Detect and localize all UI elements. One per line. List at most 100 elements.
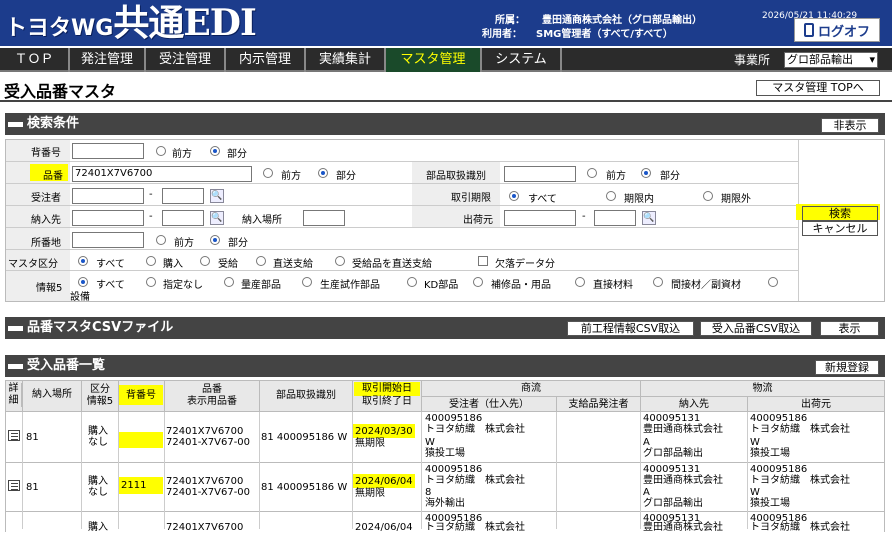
joho-equipment-radio[interactable] bbox=[768, 277, 778, 287]
search-section-header: 検索条件 bbox=[5, 113, 885, 135]
master-supply-direct-label: 受給品を直送支給 bbox=[352, 259, 432, 270]
joho5-label: 情報5 bbox=[36, 283, 63, 294]
nav-system[interactable]: システム bbox=[482, 48, 562, 72]
office-select[interactable]: グロ部品輸出 bbox=[784, 52, 878, 68]
master-direct-radio[interactable] bbox=[256, 256, 266, 266]
joho-kd-radio[interactable] bbox=[407, 277, 417, 287]
master-supply-radio[interactable] bbox=[200, 256, 210, 266]
master-top-button[interactable]: マスタ管理 TOPへ bbox=[756, 80, 880, 96]
row-end-date: 無期限 bbox=[355, 438, 385, 449]
master-all-radio[interactable] bbox=[78, 256, 88, 266]
col-shikyu: 支給品発注者 bbox=[557, 399, 640, 411]
hide-button[interactable]: 非表示 bbox=[821, 118, 879, 133]
row-buhin: 81 400095186 W bbox=[261, 432, 348, 443]
row-shukkamoto-name: トヨタ紡織 株式会社 bbox=[750, 475, 850, 486]
nonyusaki-to-input[interactable] bbox=[162, 210, 204, 226]
joho-all-radio[interactable] bbox=[78, 277, 88, 287]
master-supply-direct-radio[interactable] bbox=[335, 256, 345, 266]
sebango-input[interactable] bbox=[72, 143, 144, 159]
app-logo: トヨタWG共通EDI bbox=[5, 2, 305, 44]
shozokuchi-front-label: 前方 bbox=[174, 238, 194, 249]
logoff-label: ログオフ bbox=[817, 24, 870, 40]
shukkamoto-dash: - bbox=[582, 211, 586, 222]
col-start-date: 取引開始日 bbox=[362, 383, 412, 394]
cancel-button[interactable]: キャンセル bbox=[802, 221, 878, 236]
row-sebango: 2111 bbox=[121, 480, 147, 491]
hinban-front-radio[interactable] bbox=[263, 168, 273, 178]
row-hinban: 72401X7V6700 bbox=[166, 476, 244, 487]
nav-receive-order[interactable]: 受注管理 bbox=[146, 48, 226, 72]
app-header: トヨタWG共通EDI 所属： 豊田通商株式会社（グロ部品輸出） 利用者： SMG… bbox=[0, 0, 892, 46]
nav-naiji[interactable]: 内示管理 bbox=[226, 48, 306, 72]
sebango-front-radio[interactable] bbox=[156, 146, 166, 156]
master-purchase-radio[interactable] bbox=[146, 256, 156, 266]
buhin-input[interactable] bbox=[504, 166, 576, 182]
juchusha-to-input[interactable] bbox=[162, 188, 204, 204]
joho-proto-label: 生産試作部品 bbox=[320, 280, 380, 291]
row-juchusha-name: トヨタ紡織 株式会社 bbox=[425, 522, 525, 533]
buhin-part-radio[interactable] bbox=[641, 168, 651, 178]
missing-data-checkbox[interactable] bbox=[478, 256, 488, 266]
search-button[interactable]: 検索 bbox=[802, 206, 878, 221]
joho-repair-radio[interactable] bbox=[473, 277, 483, 287]
nav-master[interactable]: マスタ管理 bbox=[386, 48, 482, 72]
juchusha-from-input[interactable] bbox=[72, 188, 144, 204]
juchusha-lookup-icon[interactable]: 🔍 bbox=[210, 189, 224, 203]
col-juchusha: 受注者（仕入先） bbox=[422, 399, 556, 411]
nonyusaki-dash: - bbox=[149, 211, 153, 222]
row-juchusha-code: 400095186 bbox=[425, 413, 483, 424]
new-register-button[interactable]: 新規登録 bbox=[815, 360, 879, 375]
nonyusaki-label: 納入先 bbox=[31, 215, 61, 226]
row-shukkamoto-code: 400095186 bbox=[750, 464, 808, 475]
csv-show-button[interactable]: 表示 bbox=[820, 321, 879, 336]
nonyusaki-from-input[interactable] bbox=[72, 210, 144, 226]
detail-icon[interactable] bbox=[8, 430, 20, 441]
col-place: 納入場所 bbox=[23, 389, 81, 401]
shozokuchi-input[interactable] bbox=[72, 232, 144, 248]
hinban-part-radio[interactable] bbox=[318, 168, 328, 178]
torihiki-within-radio[interactable] bbox=[606, 191, 616, 201]
joho-direct-radio[interactable] bbox=[575, 277, 585, 287]
row-shukkamoto-name: トヨタ紡織 株式会社 bbox=[750, 522, 850, 533]
shukkamoto-from-input[interactable] bbox=[504, 210, 576, 226]
shozokuchi-front-radio[interactable] bbox=[156, 235, 166, 245]
joho-none-radio[interactable] bbox=[146, 277, 156, 287]
nonyusaki-lookup-icon[interactable]: 🔍 bbox=[210, 211, 224, 225]
joho-mass-radio[interactable] bbox=[224, 277, 234, 287]
row-nonyusaki-sub: A bbox=[643, 437, 650, 448]
csv-import-hinban-button[interactable]: 受入品番CSV取込 bbox=[700, 321, 812, 336]
juchusha-dash: - bbox=[149, 189, 153, 200]
sebango-label: 背番号 bbox=[31, 148, 61, 159]
joho-proto-radio[interactable] bbox=[302, 277, 312, 287]
buhin-front-radio[interactable] bbox=[587, 168, 597, 178]
row-display-hinban: 72401-X7V67-00 bbox=[166, 487, 251, 498]
joho-indirect-radio[interactable] bbox=[653, 277, 663, 287]
affiliation-value: 豊田通商株式会社（グロ部品輸出） bbox=[542, 15, 702, 26]
nav-order[interactable]: 発注管理 bbox=[70, 48, 146, 72]
nav-results[interactable]: 実績集計 bbox=[306, 48, 386, 72]
torihiki-out-radio[interactable] bbox=[703, 191, 713, 201]
shozokuchi-part-label: 部分 bbox=[228, 238, 248, 249]
row-nonyusaki-sub: A bbox=[643, 487, 650, 498]
shukkamoto-lookup-icon[interactable]: 🔍 bbox=[642, 211, 656, 225]
shozokuchi-part-radio[interactable] bbox=[210, 235, 220, 245]
row-nonyusaki-plant: グロ部品輸出 bbox=[643, 448, 703, 459]
sebango-part-radio[interactable] bbox=[210, 146, 220, 156]
title-divider bbox=[0, 100, 892, 102]
logoff-button[interactable]: ログオフ bbox=[794, 18, 880, 42]
detail-icon[interactable] bbox=[8, 480, 20, 491]
col-detail: 詳細 bbox=[6, 383, 22, 407]
missing-data-label: 欠落データ分 bbox=[495, 259, 555, 270]
torihiki-all-radio[interactable] bbox=[509, 191, 519, 201]
shukkamoto-to-input[interactable] bbox=[594, 210, 636, 226]
hinban-input[interactable]: 72401X7V6700 bbox=[72, 166, 252, 182]
csv-import-pre-button[interactable]: 前工程情報CSV取込 bbox=[567, 321, 694, 336]
user-label: 利用者： bbox=[482, 29, 522, 40]
row-joho: なし bbox=[88, 437, 108, 448]
nonyubasho-input[interactable] bbox=[303, 210, 345, 226]
col-sebango: 背番号 bbox=[126, 390, 156, 401]
page-title: 受入品番マスタ bbox=[4, 82, 117, 101]
joho-direct-label: 直接材料 bbox=[593, 280, 633, 291]
nav-top[interactable]: ＴＯＰ bbox=[0, 48, 70, 72]
row-end-date: 無期限 bbox=[355, 488, 385, 499]
